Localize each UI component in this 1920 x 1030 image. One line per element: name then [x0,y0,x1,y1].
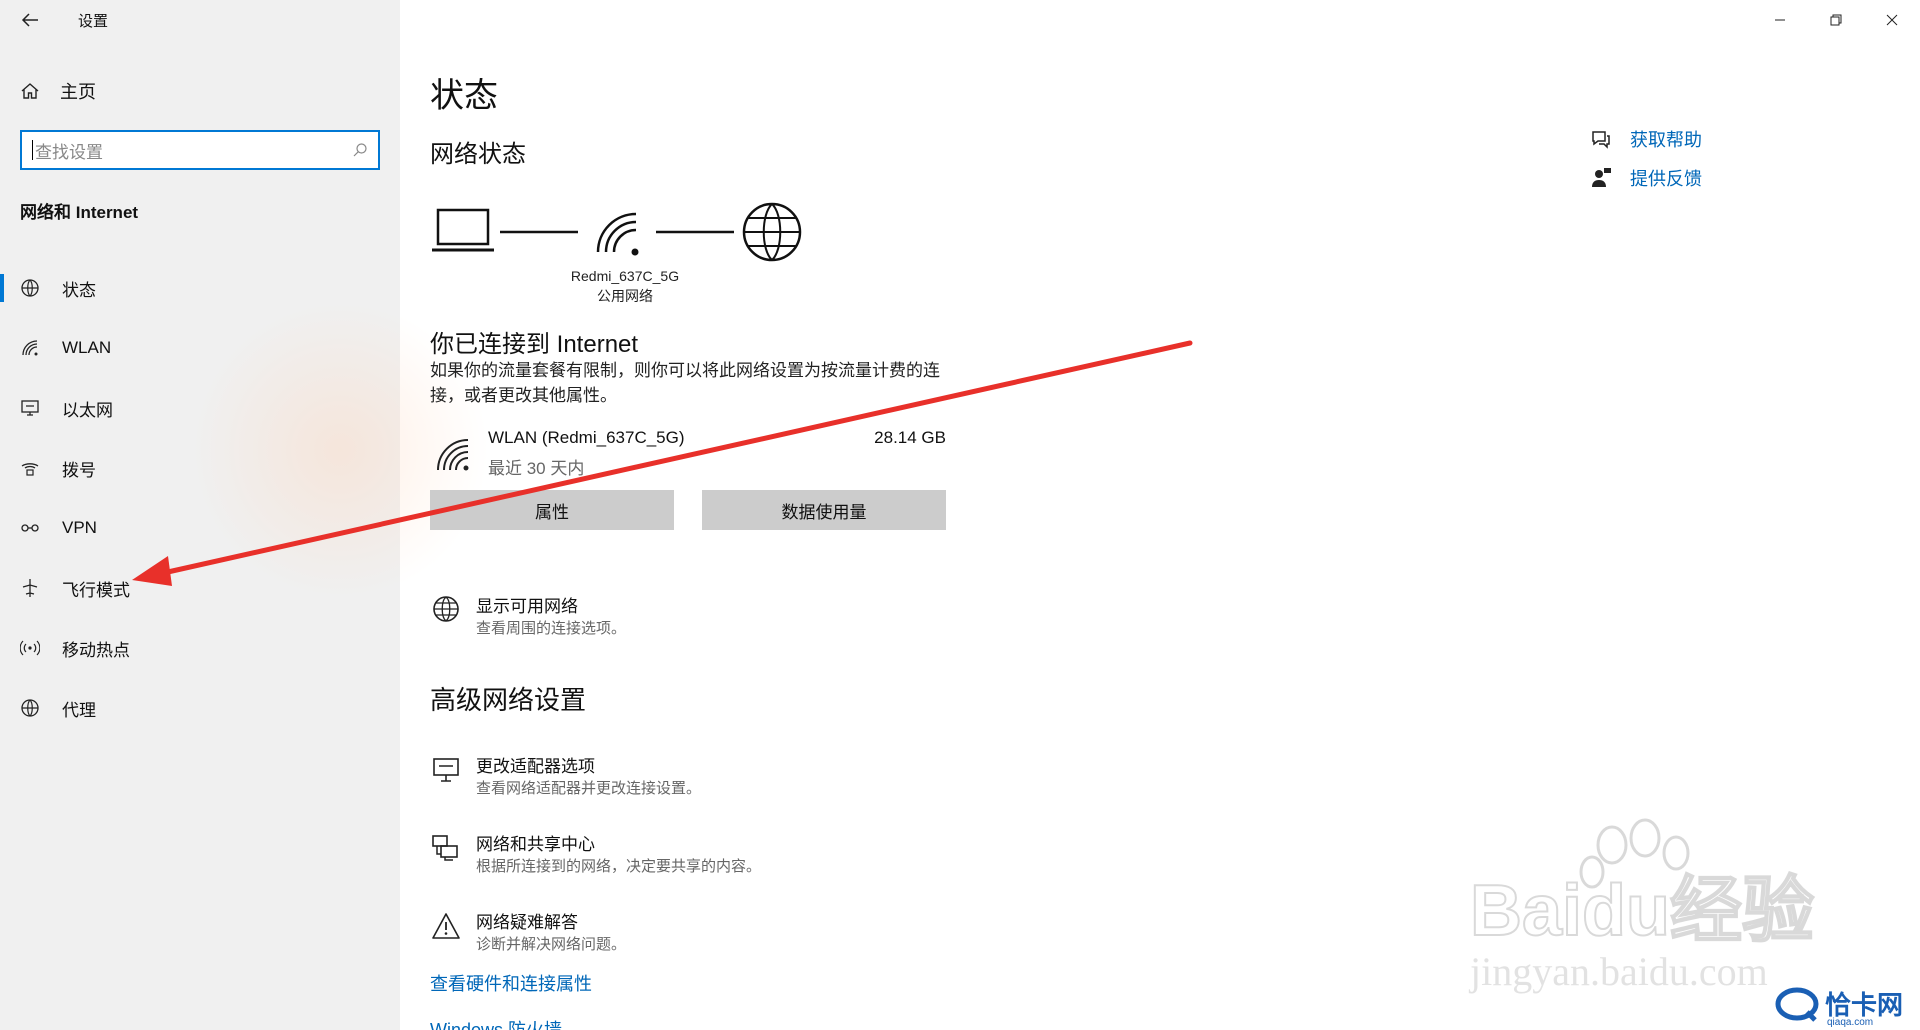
change-adapter-options[interactable]: 更改适配器选项 查看网络适配器并更改连接设置。 [430,752,930,802]
page-title: 状态 [430,77,498,115]
wifi-connection-icon [437,439,469,471]
network-status-title: 网络状态 [430,141,526,168]
advanced-settings-title: 高级网络设置 [430,685,587,715]
airplane-icon [20,578,40,598]
sidebar-item-wlan[interactable]: WLAN [0,318,400,378]
home-icon [21,83,39,99]
network-sharing-center[interactable]: 网络和共享中心 根据所连接到的网络，决定要共享的内容。 [430,830,930,880]
minimize-button[interactable] [1752,0,1808,40]
sidebar-item-airplane-mode[interactable]: 飞行模式 [0,558,400,618]
feedback-person-icon [1592,168,1611,187]
search-input[interactable]: 查找设置 [20,130,380,170]
sidebar-item-label: WLAN [62,338,112,357]
dialup-icon [20,458,40,478]
feedback-link[interactable]: 提供反馈 [1590,165,1702,191]
sidebar-item-mobile-hotspot[interactable]: 移动热点 [0,618,400,678]
troubleshooter-desc: 诊断并解决网络问题。 [476,936,627,953]
sidebar-item-label: 拨号 [62,460,96,480]
sharing-center-desc: 根据所连接到的网络，决定要共享的内容。 [476,858,762,875]
laptop-icon [432,208,494,252]
sidebar: 设置 主页 查找设置 网络和 Internet 状态 WLAN 以太网 拨号 V… [0,0,490,1030]
get-help-label: 获取帮助 [1630,130,1702,150]
sidebar-item-label: 代理 [62,700,96,720]
sharing-center-icon [430,832,462,864]
hardware-properties-link[interactable]: 查看硬件和连接属性 [430,970,592,996]
data-usage-amount: 28.14 GB [874,428,946,447]
home-link[interactable]: 主页 [20,78,96,104]
wifi-icon [20,338,40,358]
internet-globe-icon [742,202,802,262]
watermark-brand: Baidu经验 [1470,871,1814,951]
connected-status: 你已连接到 Internet [430,331,639,358]
site-logo-icon [1775,987,1819,1022]
adapter-monitor-icon [430,754,462,786]
watermark-url: jingyan.baidu.com [1468,949,1768,994]
feedback-label: 提供反馈 [1630,169,1702,189]
properties-button[interactable]: 属性 [430,490,674,530]
site-watermark: 恰卡网 qiaqa.com [1775,985,1903,1028]
show-networks-title: 显示可用网络 [476,597,578,616]
adapter-options-desc: 查看网络适配器并更改连接设置。 [476,780,702,797]
troubleshooter-title: 网络疑难解答 [476,913,578,932]
sidebar-item-label: 移动热点 [62,640,130,660]
close-button[interactable] [1864,0,1920,40]
search-icon [353,143,367,157]
show-available-networks[interactable]: 显示可用网络 查看周围的连接选项。 [430,592,930,642]
paw-logo [1579,818,1690,889]
home-label: 主页 [60,82,96,102]
sidebar-item-status[interactable]: 状态 [0,258,400,318]
hotspot-icon [20,638,40,658]
globe-network-icon [430,594,462,626]
sidebar-nav: 状态 WLAN 以太网 拨号 VPN 飞行模式 移动热点 代理 [0,258,400,738]
back-arrow-icon [21,13,38,27]
sidebar-item-vpn[interactable]: VPN [0,498,400,558]
sidebar-item-dialup[interactable]: 拨号 [0,438,400,498]
usage-period: 最近 30 天内 [488,459,585,478]
firewall-link[interactable]: Windows 防火墙 [430,1016,562,1030]
search-placeholder: 查找设置 [35,142,103,162]
network-troubleshooter[interactable]: 网络疑难解答 诊断并解决网络问题。 [430,908,930,958]
sidebar-item-label: 状态 [62,280,96,300]
close-icon [1886,14,1898,26]
section-title: 网络和 Internet [20,203,139,222]
get-help-link[interactable]: 获取帮助 [1590,126,1702,152]
warning-icon [430,910,462,942]
network-type: 公用网络 [597,288,653,304]
baidu-watermark: Baidu经验 jingyan.baidu.com [1468,818,1815,994]
sharing-center-title: 网络和共享中心 [476,835,595,854]
data-usage-button[interactable]: 数据使用量 [702,490,946,530]
connection-name: WLAN (Redmi_637C_5G) [488,428,685,447]
network-ssid-block: Redmi_637C_5G 公用网络 [550,266,700,306]
help-chat-icon [1592,131,1610,149]
vpn-icon [20,518,40,538]
wifi-signal-icon [596,212,639,256]
network-ssid: Redmi_637C_5G [570,268,680,284]
site-url: qiaqa.com [1827,1017,1874,1028]
restore-icon [1830,14,1842,26]
sidebar-item-label: 以太网 [62,400,113,420]
show-networks-desc: 查看周围的连接选项。 [476,620,627,637]
back-button[interactable] [18,8,42,32]
main-content: 状态 网络状态 Redmi_637C_5G 公用网络 你已连接到 Interne… [430,0,1490,1030]
connection-usage-row: WLAN (Redmi_637C_5G) 最近 30 天内 28.14 GB [430,426,946,486]
settings-window: 设置 主页 查找设置 网络和 Internet 状态 WLAN 以太网 拨号 V… [0,0,1920,1030]
connection-description: 如果你的流量套餐有限制，则你可以将此网络设置为按流量计费的连接，或者更改其他属性… [430,361,940,405]
globe-status-icon [20,278,40,298]
restore-button[interactable] [1808,0,1864,40]
adapter-options-title: 更改适配器选项 [476,757,595,776]
text-caret [32,140,33,160]
sidebar-item-label: VPN [62,518,97,537]
sidebar-item-proxy[interactable]: 代理 [0,678,400,738]
ethernet-icon [20,398,40,418]
minimize-icon [1775,19,1785,21]
sidebar-item-label: 飞行模式 [62,580,130,600]
globe-icon [20,698,40,718]
app-title: 设置 [78,13,109,30]
sidebar-item-ethernet[interactable]: 以太网 [0,378,400,438]
